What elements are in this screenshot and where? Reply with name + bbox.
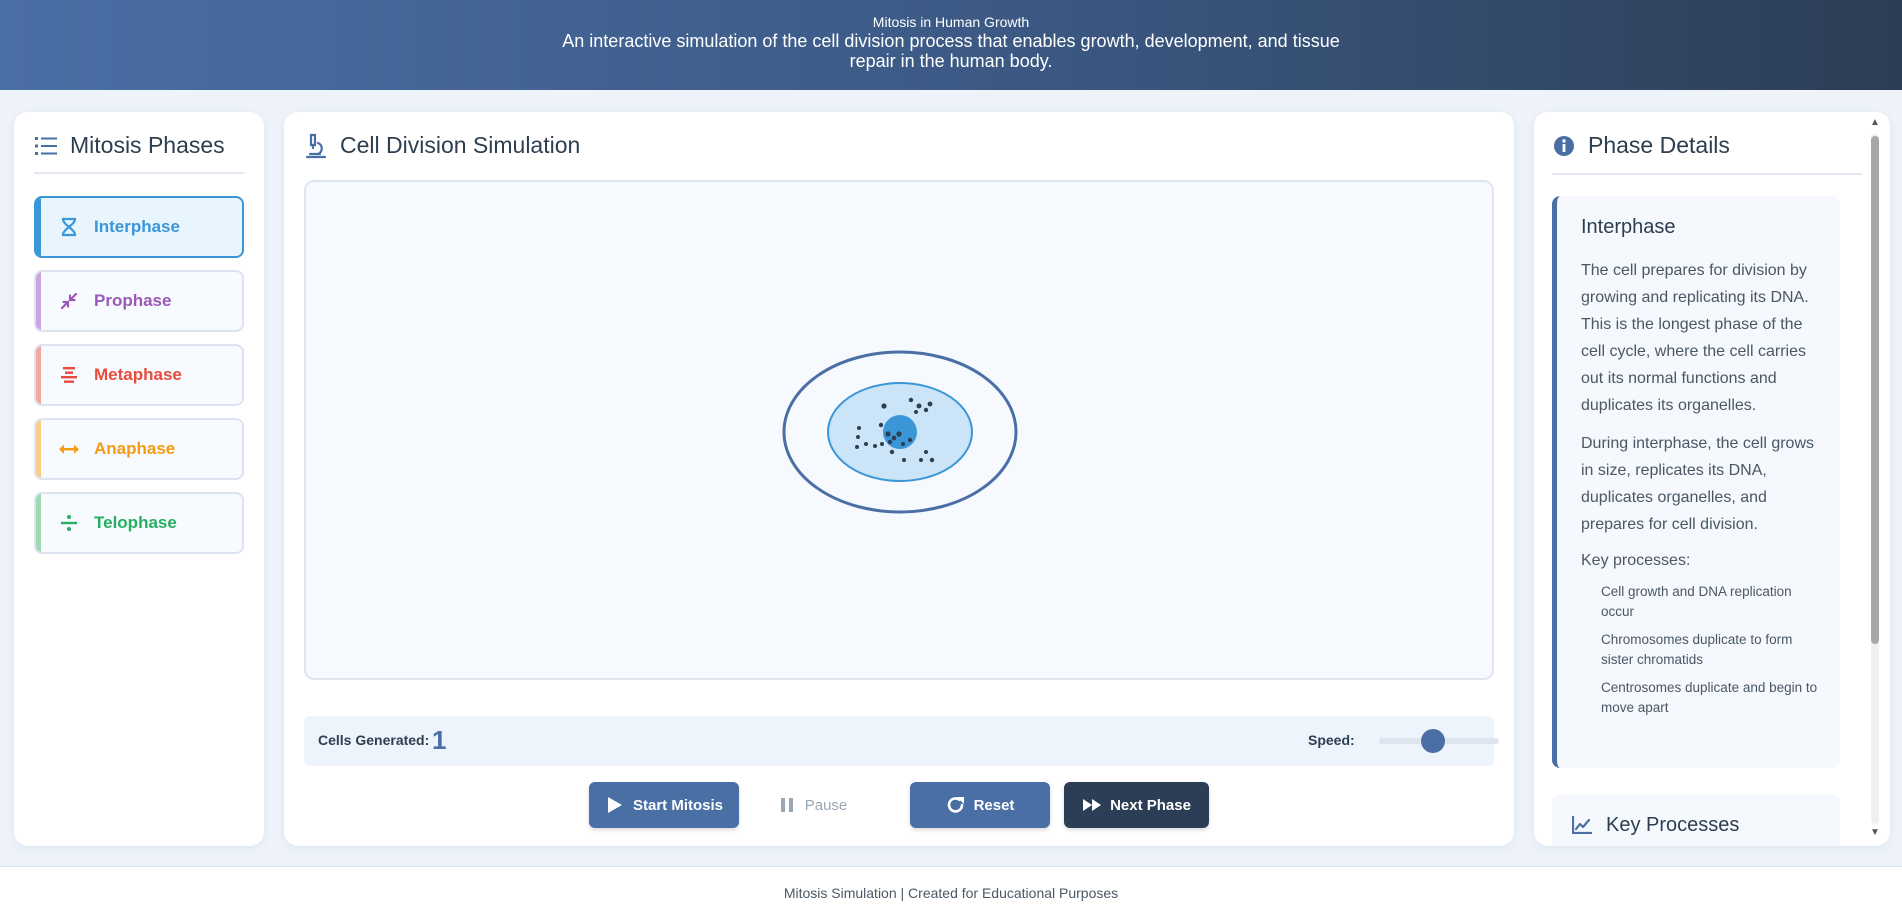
cells-generated-count: 1 bbox=[432, 725, 447, 755]
scrollbar-thumb[interactable] bbox=[1871, 136, 1879, 644]
simulation-panel-title: Cell Division Simulation bbox=[304, 132, 580, 159]
app-footer: Mitosis Simulation | Created for Educati… bbox=[0, 866, 1902, 907]
phase-item-telophase[interactable]: Telophase bbox=[34, 492, 244, 554]
list-icon bbox=[34, 134, 58, 158]
key-processes-card-title: Key Processes bbox=[1570, 813, 1739, 837]
phase-item-prophase[interactable]: Prophase bbox=[34, 270, 244, 332]
fast-forward-icon bbox=[1082, 795, 1102, 815]
divider bbox=[1552, 173, 1862, 175]
phase-color-bar bbox=[36, 272, 41, 330]
cell-visualization bbox=[782, 350, 1018, 514]
app-title: Mitosis in Human Growth bbox=[872, 14, 1030, 30]
app-header: Mitosis in Human Growth An interactive s… bbox=[0, 0, 1902, 90]
phase-item-metaphase[interactable]: Metaphase bbox=[34, 344, 244, 406]
app-subtitle: An interactive simulation of the cell di… bbox=[562, 31, 1340, 71]
compress-icon bbox=[58, 290, 80, 312]
details-heading: Phase Details bbox=[1588, 132, 1730, 158]
details-panel: Phase Details Interphase The cell prepar… bbox=[1534, 112, 1890, 846]
reset-label: Reset bbox=[973, 796, 1015, 814]
play-icon bbox=[605, 795, 625, 815]
simulation-heading: Cell Division Simulation bbox=[340, 132, 581, 158]
phases-panel-title: Mitosis Phases bbox=[34, 132, 225, 159]
phases-panel-heading: Mitosis Phases bbox=[70, 132, 225, 158]
scroll-up-icon[interactable]: ▲ bbox=[1869, 118, 1881, 128]
phase-summary: During interphase, the cell grows in siz… bbox=[1581, 435, 1815, 533]
list-item: Chromosomes duplicate to form sister chr… bbox=[1601, 632, 1793, 667]
divider bbox=[34, 172, 244, 174]
phase-label: Telophase bbox=[94, 513, 177, 532]
microscope-icon bbox=[304, 133, 328, 158]
phase-label: Anaphase bbox=[94, 439, 176, 458]
phase-color-bar bbox=[36, 198, 41, 256]
phase-color-bar bbox=[36, 494, 41, 552]
pause-button[interactable]: Pause bbox=[752, 782, 872, 828]
phase-detail-name: Interphase bbox=[1581, 216, 1676, 238]
phase-color-bar bbox=[36, 420, 41, 478]
phase-detail-card: Interphase The cell prepares for divisio… bbox=[1552, 196, 1840, 768]
phase-color-bar bbox=[36, 346, 41, 404]
pause-icon bbox=[777, 795, 797, 815]
scroll-down-icon[interactable]: ▼ bbox=[1869, 828, 1881, 838]
info-icon bbox=[1552, 134, 1576, 158]
footer-text: Mitosis Simulation | Created for Educati… bbox=[783, 885, 1119, 901]
arrows-horizontal-icon bbox=[58, 438, 80, 460]
phase-description: The cell prepares for division by growin… bbox=[1581, 262, 1809, 414]
phase-item-anaphase[interactable]: Anaphase bbox=[34, 418, 244, 480]
pause-label: Pause bbox=[804, 796, 848, 814]
phases-panel: Mitosis Phases Interphase Prophase Metap… bbox=[14, 112, 264, 846]
phase-item-interphase[interactable]: Interphase bbox=[34, 196, 244, 258]
cells-generated-label: Cells Generated: bbox=[318, 732, 430, 748]
start-mitosis-label: Start Mitosis bbox=[632, 796, 723, 814]
chart-line-icon bbox=[1570, 813, 1594, 837]
dna-icon bbox=[58, 216, 80, 238]
details-scrollbar[interactable]: ▲ ▼ bbox=[1868, 114, 1882, 844]
phase-label: Metaphase bbox=[94, 365, 182, 384]
start-mitosis-button[interactable]: Start Mitosis bbox=[589, 782, 739, 828]
redo-icon bbox=[946, 795, 966, 815]
simulation-canvas[interactable] bbox=[304, 180, 1494, 680]
key-processes-card-heading: Key Processes bbox=[1606, 813, 1740, 836]
align-center-icon bbox=[58, 364, 80, 386]
divide-icon bbox=[58, 512, 80, 534]
reset-button[interactable]: Reset bbox=[910, 782, 1050, 828]
phase-label: Prophase bbox=[94, 291, 172, 310]
key-processes-card: Key Processes bbox=[1552, 795, 1840, 846]
speed-slider-thumb[interactable] bbox=[1421, 729, 1445, 753]
next-phase-label: Next Phase bbox=[1110, 796, 1191, 814]
phase-label: Interphase bbox=[94, 217, 180, 236]
speed-label: Speed: bbox=[1308, 732, 1355, 748]
simulation-panel: Cell Division Simulation Cells Generated… bbox=[284, 112, 1514, 846]
next-phase-button[interactable]: Next Phase bbox=[1064, 782, 1209, 828]
stats-bar: Cells Generated: 1 Speed: bbox=[304, 716, 1499, 766]
key-processes-label: Key processes: bbox=[1581, 552, 1691, 569]
list-item: Cell growth and DNA replication occur bbox=[1601, 584, 1792, 619]
list-item: Centrosomes duplicate and begin to move … bbox=[1601, 680, 1818, 715]
key-processes-list: Cell growth and DNA replication occur Ch… bbox=[1581, 582, 1822, 718]
details-panel-title: Phase Details bbox=[1552, 132, 1730, 159]
